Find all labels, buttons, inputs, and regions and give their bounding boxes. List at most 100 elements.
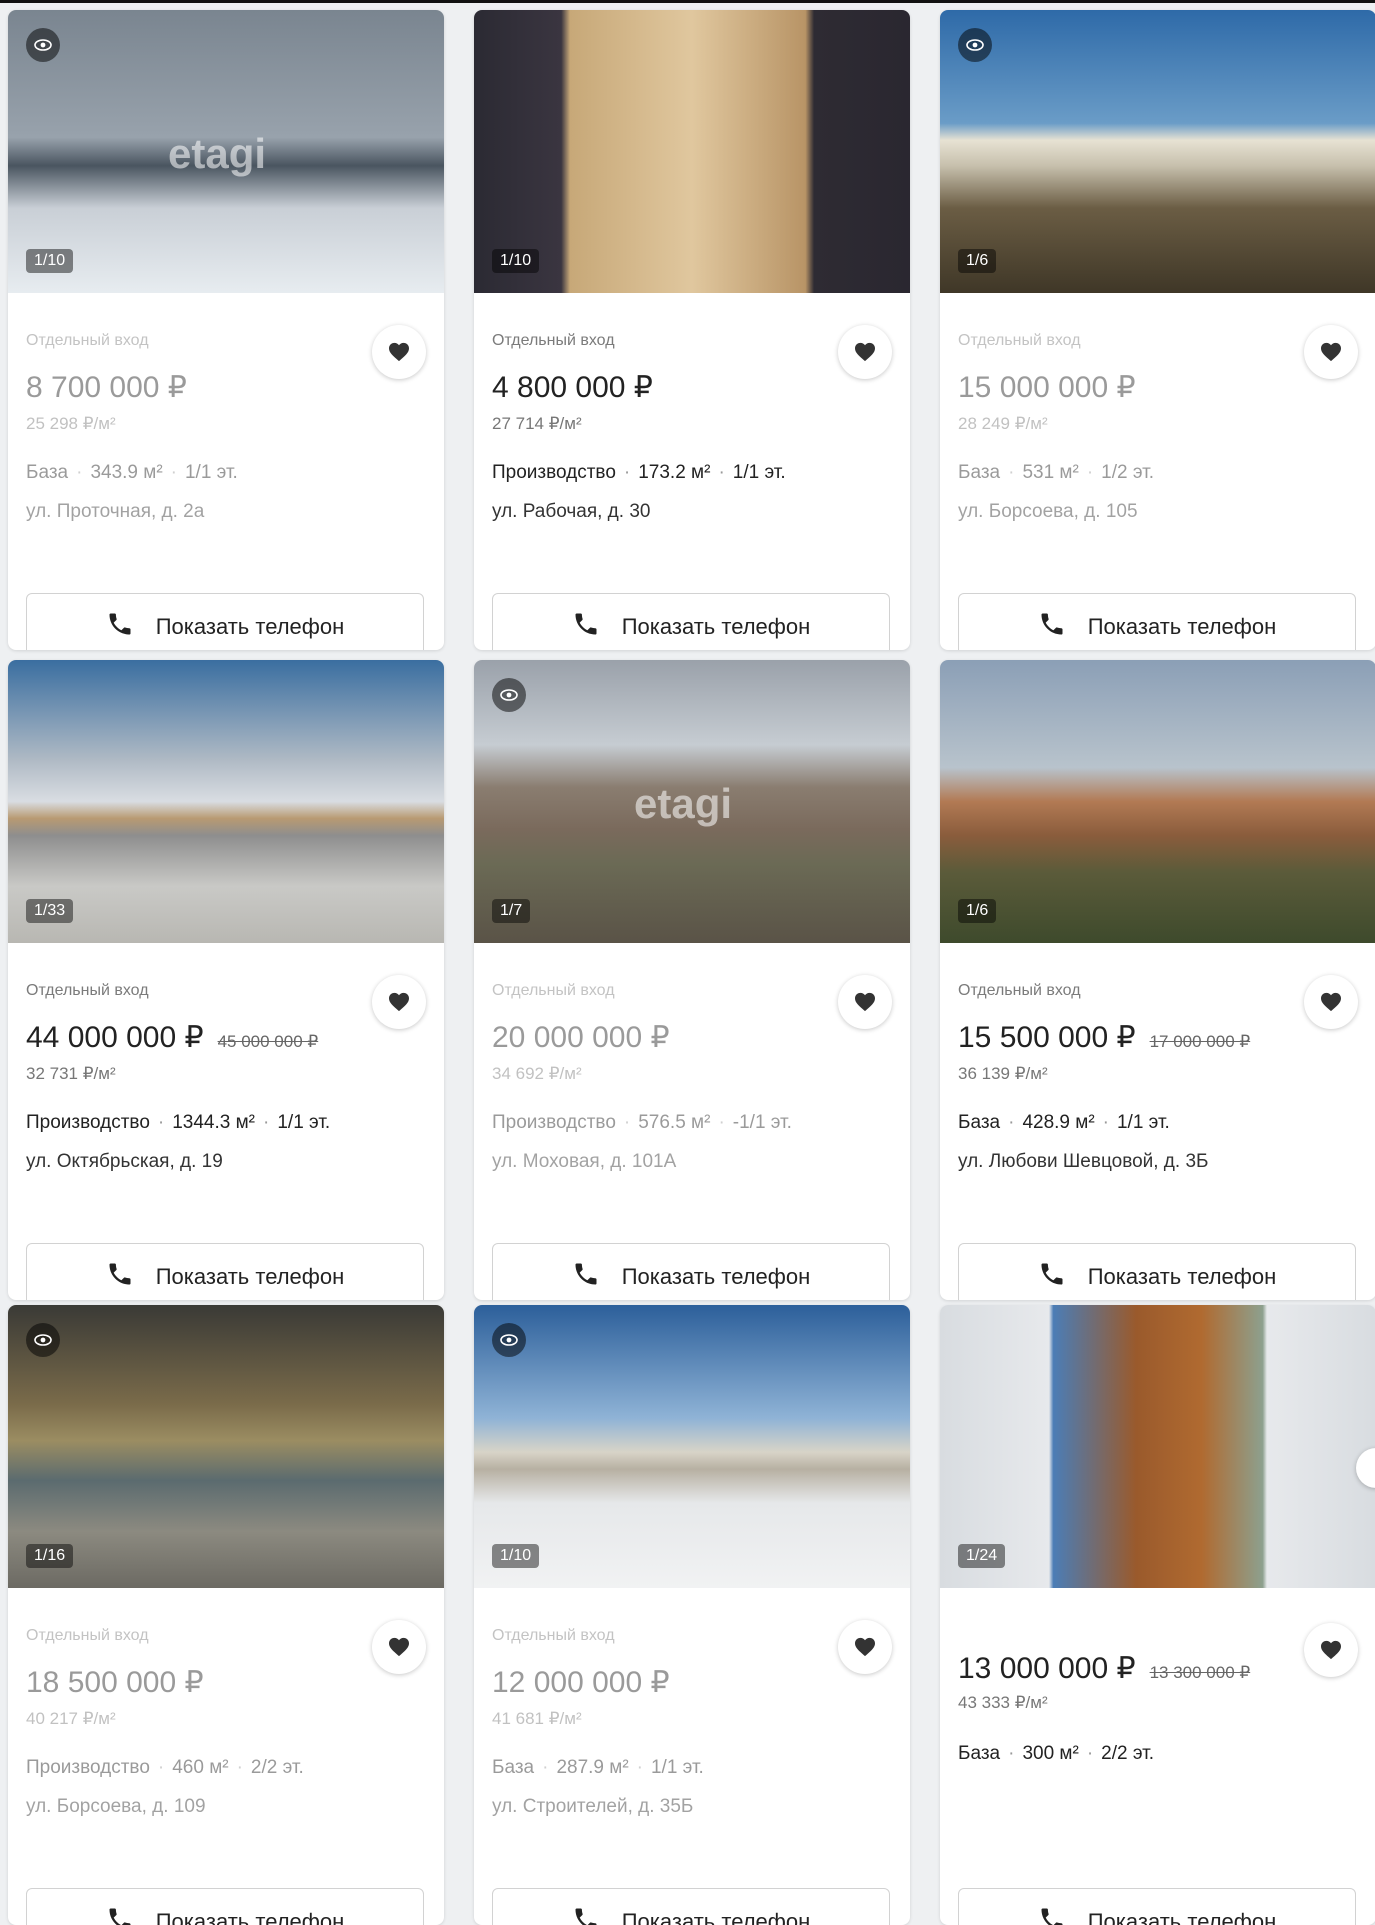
favorite-heart-icon[interactable] (1304, 975, 1358, 1029)
address[interactable]: ул. Любови Шевцовой, д. 3Б (958, 1151, 1209, 1173)
show-phone-button[interactable]: Показать телефон (26, 593, 424, 650)
listing-photo[interactable]: 1/16 (8, 1305, 444, 1588)
listing-photo[interactable]: 1/10 (474, 10, 910, 293)
phone-icon (106, 1905, 134, 1925)
photo-counter: 1/10 (492, 249, 540, 273)
phone-icon (1038, 1905, 1066, 1925)
price-row: 18 500 000 ₽ (26, 1665, 204, 1700)
floor: 1/1 эт. (277, 1112, 331, 1133)
property-type: База (26, 462, 69, 483)
property-type: База (492, 1757, 535, 1778)
listing-card[interactable]: 1/10 Отдельный вход 4 800 000 ₽ 27 714 ₽/м²… (474, 10, 910, 650)
address[interactable]: ул. Моховая, д. 101А (492, 1151, 676, 1173)
listing-card[interactable]: 1/6 Отдельный вход 15 500 000 ₽ 17 000 000 … (940, 660, 1375, 1300)
favorite-heart-icon[interactable] (1304, 1623, 1358, 1677)
price-per-m2: 32 731 ₽/м² (26, 1064, 116, 1083)
property-type: База (958, 1743, 1001, 1764)
floor: -1/1 эт. (732, 1112, 792, 1133)
listing-card[interactable]: 1/10 Отдельный вход 12 000 000 ₽ 41 681 ₽/м… (474, 1305, 910, 1925)
show-phone-button[interactable]: Показать телефон (492, 1888, 890, 1925)
area: 287.9 м² (556, 1757, 629, 1778)
listing-photo[interactable]: etagi 1/7 (474, 660, 910, 943)
show-phone-label: Показать телефон (1087, 614, 1277, 639)
listing-card[interactable]: etagi 1/10 Отдельный вход 8 700 000 ₽ 25 298… (8, 10, 444, 650)
photo-counter: 1/24 (958, 1544, 1006, 1568)
viewed-eye-icon (26, 1323, 60, 1357)
phone-icon (572, 1905, 600, 1925)
listing-photo[interactable]: 1/6 (940, 10, 1375, 293)
listing-card[interactable]: 1/24 13 000 000 ₽ 13 300 000 ₽ 43 333 ₽/м² Б… (940, 1305, 1375, 1925)
show-phone-label: Показать телефон (155, 1264, 345, 1289)
address[interactable]: ул. Рабочая, д. 30 (492, 501, 650, 523)
phone-icon (106, 610, 134, 644)
price-per-m2: 36 139 ₽/м² (958, 1064, 1048, 1083)
address[interactable]: ул. Октябрьская, д. 19 (26, 1151, 223, 1173)
listing-photo[interactable]: 1/24 (940, 1305, 1375, 1588)
listing-card[interactable]: 1/16 Отдельный вход 18 500 000 ₽ 40 217 ₽/м… (8, 1305, 444, 1925)
floor: 1/1 эт. (732, 462, 786, 483)
favorite-heart-icon[interactable] (372, 325, 426, 379)
photo-counter: 1/16 (26, 1544, 74, 1568)
favorite-heart-icon[interactable] (372, 975, 426, 1029)
address[interactable]: ул. Строителей, д. 35Б (492, 1796, 693, 1818)
photo-counter: 1/33 (26, 899, 74, 923)
show-phone-button[interactable]: Показать телефон (492, 1243, 890, 1300)
specs: База · 343.9 м² · 1/1 эт. (26, 462, 238, 483)
old-price: 13 300 000 ₽ (1149, 1663, 1251, 1682)
address[interactable]: ул. Борсоева, д. 105 (958, 501, 1138, 523)
property-type: База (958, 1112, 1001, 1133)
property-type: Производство (492, 1112, 616, 1133)
price: 13 000 000 ₽ (958, 1652, 1136, 1685)
price-per-m2: 40 217 ₽/м² (26, 1709, 116, 1728)
show-phone-label: Показать телефон (1087, 1264, 1277, 1289)
listing-grid: etagi 1/10 Отдельный вход 8 700 000 ₽ 25 298… (0, 0, 1375, 1925)
listing-photo[interactable]: etagi 1/10 (8, 10, 444, 293)
price-per-m2: 43 333 ₽/м² (958, 1693, 1048, 1712)
price-row: 20 000 000 ₽ (492, 1020, 670, 1055)
listing-card[interactable]: 1/6 Отдельный вход 15 000 000 ₽ 28 249 ₽/м²… (940, 10, 1375, 650)
address[interactable]: ул. Борсоева, д. 109 (26, 1796, 206, 1818)
specs: База · 531 м² · 1/2 эт. (958, 462, 1154, 483)
favorite-heart-icon[interactable] (838, 325, 892, 379)
favorite-heart-icon[interactable] (372, 1620, 426, 1674)
old-price: 17 000 000 ₽ (1149, 1032, 1251, 1051)
price-per-m2: 41 681 ₽/м² (492, 1709, 582, 1728)
favorite-heart-icon[interactable] (1304, 325, 1358, 379)
photo-image (474, 10, 910, 293)
property-type: Производство (26, 1112, 150, 1133)
floor: 1/2 эт. (1101, 462, 1154, 483)
favorite-heart-icon[interactable] (838, 1620, 892, 1674)
show-phone-button[interactable]: Показать телефон (958, 593, 1356, 650)
address[interactable]: ул. Проточная, д. 2а (26, 501, 204, 523)
show-phone-label: Показать телефон (621, 614, 811, 639)
area: 428.9 м² (1022, 1112, 1095, 1133)
photo-counter: 1/10 (26, 249, 74, 273)
price-per-m2: 28 249 ₽/м² (958, 414, 1048, 433)
photo-image (8, 1305, 444, 1588)
viewed-eye-icon (492, 1323, 526, 1357)
favorite-heart-icon[interactable] (838, 975, 892, 1029)
area: 1344.3 м² (172, 1112, 256, 1133)
phone-icon (1038, 1260, 1066, 1294)
property-type: Производство (26, 1757, 150, 1778)
listing-photo[interactable]: 1/10 (474, 1305, 910, 1588)
show-phone-button[interactable]: Показать телефон (958, 1888, 1356, 1925)
listing-card[interactable]: 1/33 Отдельный вход 44 000 000 ₽ 45 000 000… (8, 660, 444, 1300)
show-phone-button[interactable]: Показать телефон (26, 1243, 424, 1300)
price: 18 500 000 ₽ (26, 1666, 204, 1699)
show-phone-button[interactable]: Показать телефон (492, 593, 890, 650)
phone-icon (106, 1260, 134, 1294)
specs: Производство · 460 м² · 2/2 эт. (26, 1757, 304, 1778)
listing-card[interactable]: etagi 1/7 Отдельный вход 20 000 000 ₽ 34 692… (474, 660, 910, 1300)
show-phone-button[interactable]: Показать телефон (26, 1888, 424, 1925)
show-phone-button[interactable]: Показать телефон (958, 1243, 1356, 1300)
property-type: База (958, 462, 1001, 483)
photo-counter: 1/7 (492, 899, 531, 923)
show-phone-label: Показать телефон (621, 1264, 811, 1289)
price-row: 4 800 000 ₽ (492, 370, 653, 405)
area: 173.2 м² (638, 462, 711, 483)
photo-counter: 1/10 (492, 1544, 540, 1568)
listing-photo[interactable]: 1/33 (8, 660, 444, 943)
price-per-m2: 34 692 ₽/м² (492, 1064, 582, 1083)
listing-photo[interactable]: 1/6 (940, 660, 1375, 943)
